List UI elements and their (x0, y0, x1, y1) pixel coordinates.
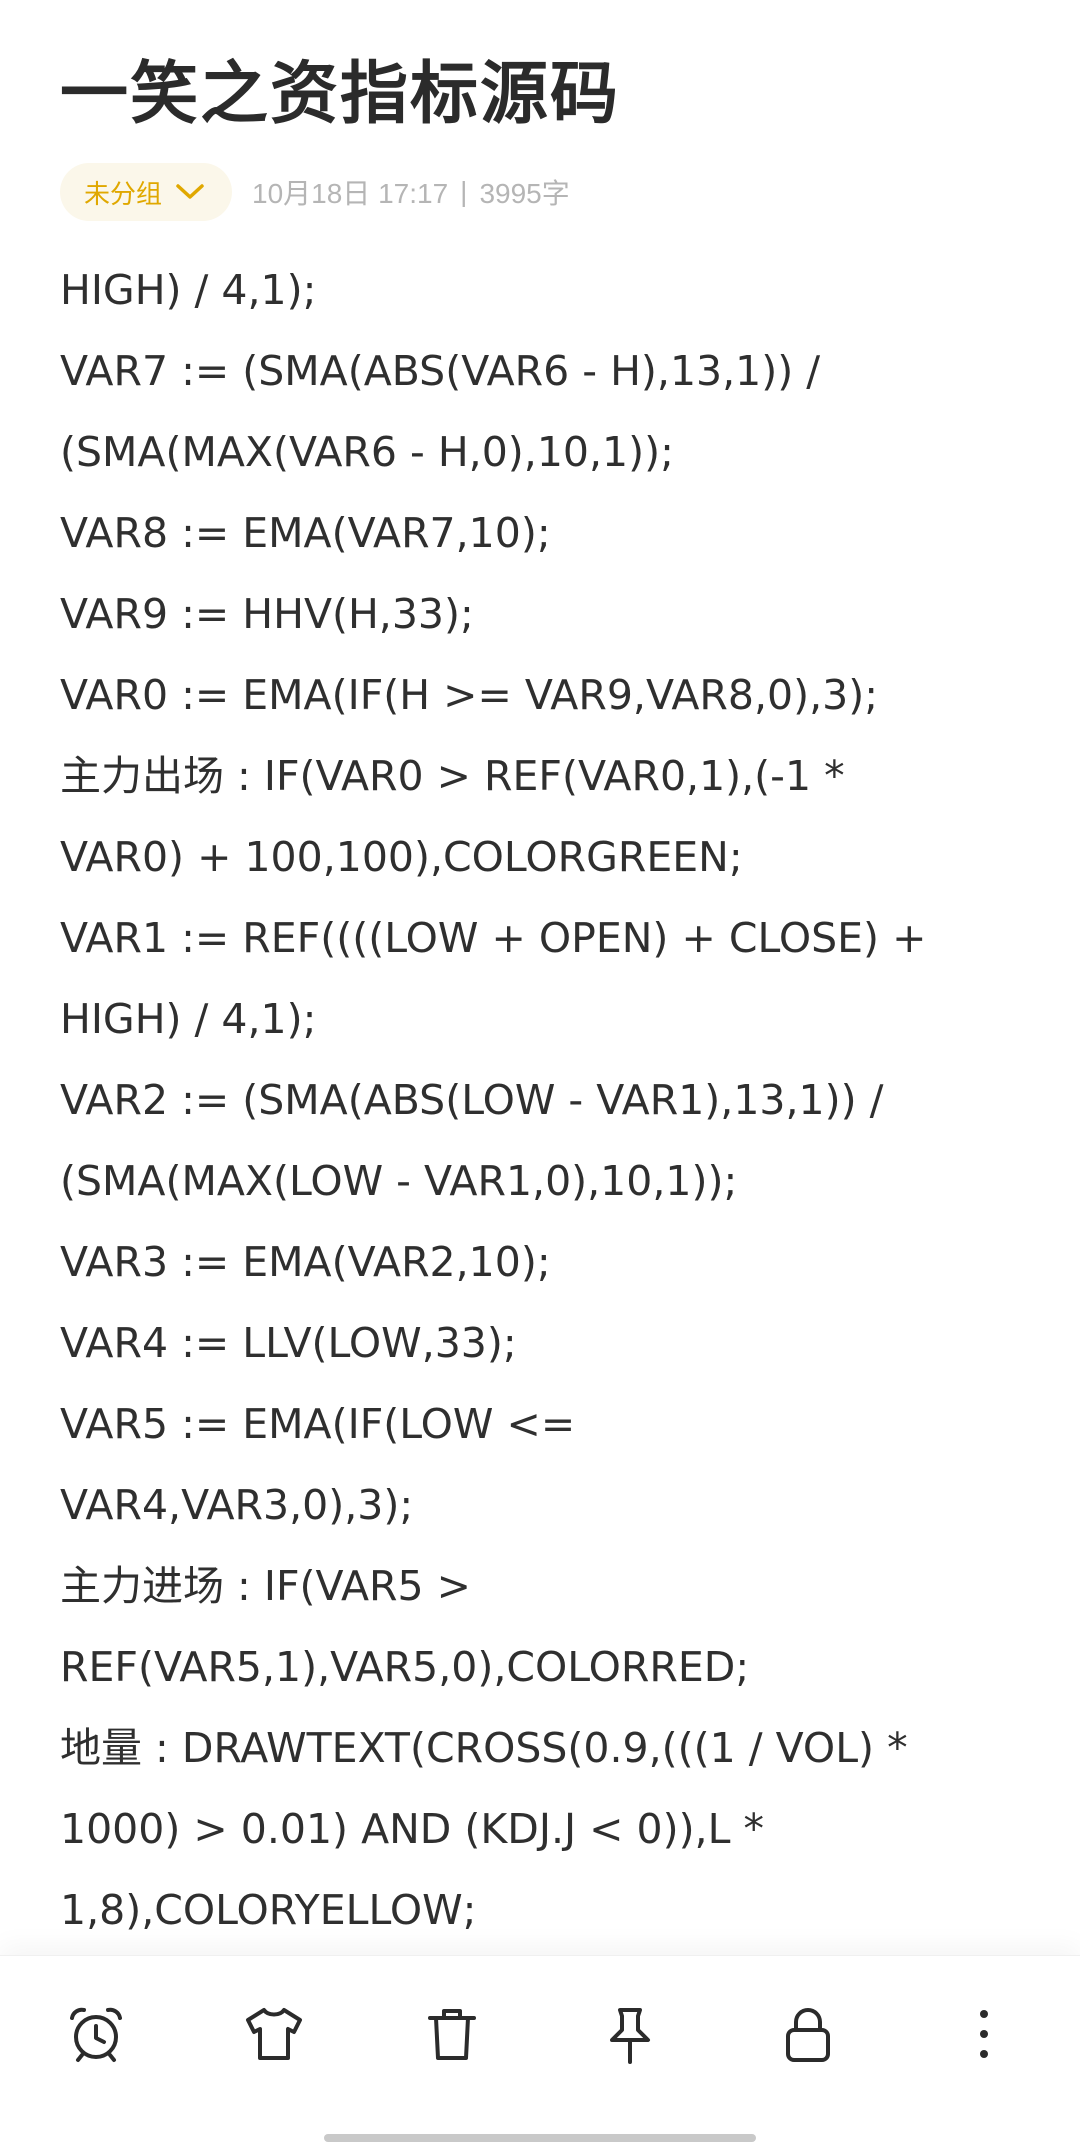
group-selector-button[interactable]: 未分组 (60, 163, 233, 221)
reminder-button[interactable] (58, 1996, 134, 2072)
meta-separator: | (460, 176, 468, 207)
lock-icon (786, 2008, 830, 2062)
note-line: 1,8),COLORYELLOW; (60, 1886, 477, 1934)
note-line: 1000) > 0.01) AND (KDJ.J < 0)),L * (60, 1805, 764, 1853)
alarm-clock-icon (70, 2007, 122, 2062)
note-line: VAR7 := (SMA(ABS(VAR6 - H),13,1)) / (60, 347, 821, 395)
note-body[interactable]: HIGH) / 4,1); VAR7 := (SMA(ABS(VAR6 - H)… (60, 250, 1020, 1951)
more-vertical-icon (980, 2010, 988, 2058)
pin-icon (610, 2008, 650, 2064)
trash-icon (428, 2009, 476, 2060)
note-line: VAR0) + 100,100),COLORGREEN; (60, 833, 743, 881)
shirt-icon (246, 2008, 302, 2060)
note-line: HIGH) / 4,1); (60, 266, 317, 314)
note-line: VAR4,VAR3,0),3); (60, 1481, 414, 1529)
note-title[interactable]: 一笑之资指标源码 (60, 50, 620, 140)
delete-button[interactable] (414, 1996, 490, 2072)
note-line: VAR3 := EMA(VAR2,10); (60, 1238, 551, 1286)
note-meta: 未分组 10月18日 17:17 | 3995字 (60, 163, 570, 221)
note-line: 主力进场 : IF(VAR5 > (60, 1562, 471, 1610)
note-line: VAR8 := EMA(VAR7,10); (60, 509, 551, 557)
note-info: 10月18日 17:17 | 3995字 (252, 172, 570, 212)
note-line: (SMA(MAX(LOW - VAR1,0),10,1)); (60, 1157, 738, 1205)
note-line: VAR5 := EMA(IF(LOW <= (60, 1400, 576, 1448)
note-char-count: 3995字 (479, 178, 570, 209)
note-line: HIGH) / 4,1); (60, 995, 317, 1043)
note-date-time: 10月18日 17:17 (252, 178, 449, 209)
more-options-button[interactable] (946, 1996, 1022, 2072)
lock-button[interactable] (770, 1996, 846, 2072)
pin-button[interactable] (592, 1996, 668, 2072)
note-line: (SMA(MAX(VAR6 - H,0),10,1)); (60, 428, 674, 476)
note-line: 地量 : DRAWTEXT(CROSS(0.9,(((1 / VOL) * (60, 1724, 908, 1772)
home-indicator[interactable] (324, 2134, 756, 2142)
note-line: 主力出场 : IF(VAR0 > REF(VAR0,1),(-1 * (60, 752, 845, 800)
group-label: 未分组 (84, 178, 163, 209)
note-line: REF(VAR5,1),VAR5,0),COLORRED; (60, 1643, 750, 1691)
note-line: VAR1 := REF((((LOW + OPEN) + CLOSE) + (60, 914, 927, 962)
note-line: VAR4 := LLV(LOW,33); (60, 1319, 517, 1367)
note-line: VAR2 := (SMA(ABS(LOW - VAR1),13,1)) / (60, 1076, 884, 1124)
theme-button[interactable] (236, 1996, 312, 2072)
chevron-down-icon (176, 184, 204, 199)
bottom-toolbar (0, 1955, 1080, 2148)
note-line: VAR9 := HHV(H,33); (60, 590, 474, 638)
note-line: VAR0 := EMA(IF(H >= VAR9,VAR8,0),3); (60, 671, 879, 719)
